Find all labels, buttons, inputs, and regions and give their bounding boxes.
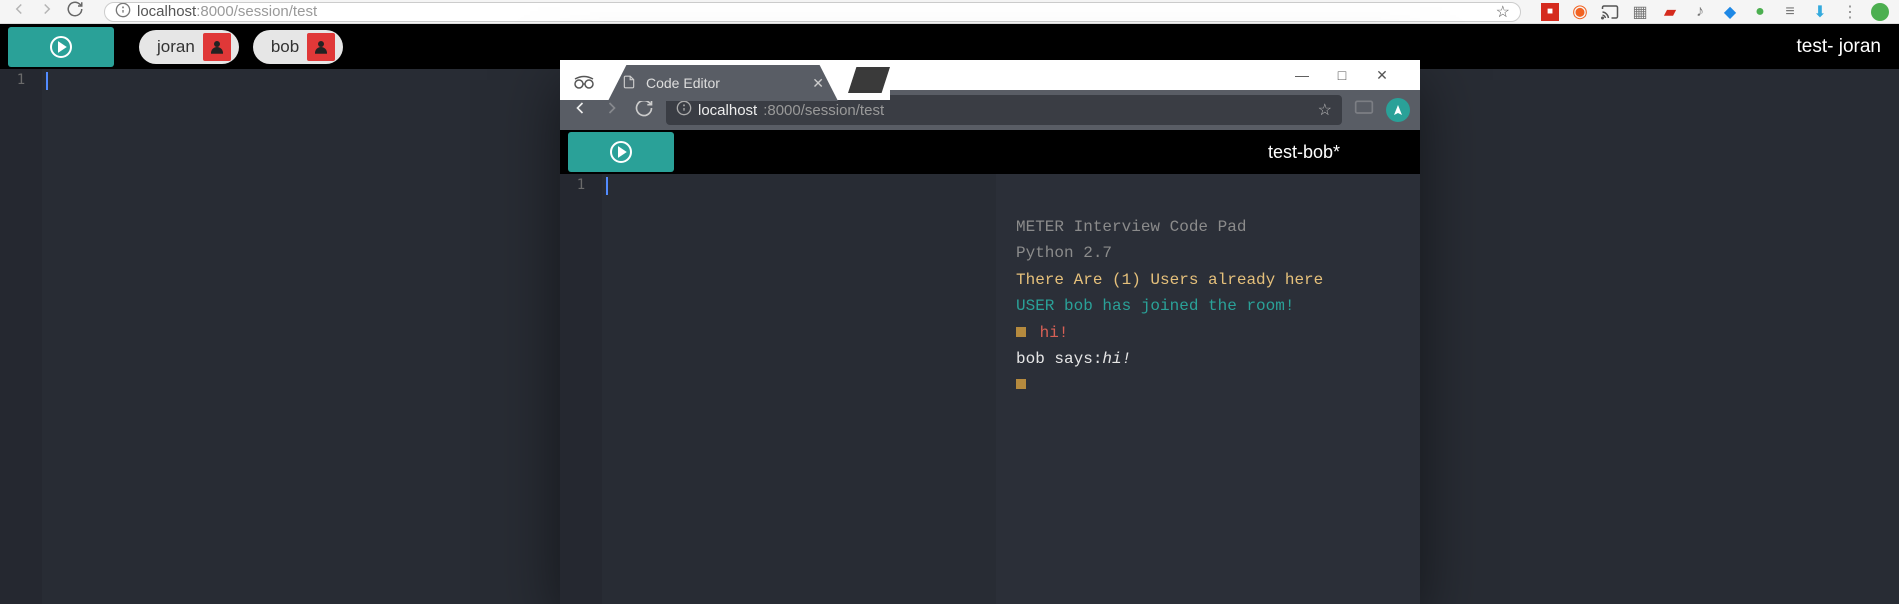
forward-icon[interactable] [602,98,622,123]
console-line: Python 2.7 [1016,240,1400,266]
outer-url-host: localhost [137,3,196,20]
extension-icon[interactable]: ● [1751,3,1769,21]
user-name-label: bob [271,37,299,57]
reload-icon[interactable] [66,0,84,23]
line-number: 1 [0,72,42,88]
inner-content: 1 METER Interview Code Pad Python 2.7 Th… [560,174,1420,604]
console-line: hi! [1016,320,1400,346]
run-button[interactable] [568,132,674,172]
bookmark-star-icon[interactable]: ☆ [1318,100,1332,120]
extension-icon[interactable]: ⋮ [1841,3,1859,21]
extension-icon[interactable]: ▦ [1631,3,1649,21]
inner-app: test-bob* 1 METER Interview Code Pad Pyt… [560,130,1420,604]
prompt-icon [1016,327,1026,337]
prompt-icon [1016,379,1026,389]
info-icon [115,2,131,22]
close-button[interactable]: ✕ [1362,67,1402,84]
outer-url-path: :8000/session/test [196,3,317,20]
outer-browser-chrome: localhost:8000/session/test ☆ ■ ◉ ▦ ▰ ♪ … [0,0,1899,24]
browser-tab[interactable]: Code Editor ✕ [608,65,838,101]
forward-icon[interactable] [38,0,56,23]
cursor-icon [46,72,48,90]
session-title: test-bob* [1268,142,1340,163]
back-icon[interactable] [570,98,590,123]
extension-icon[interactable] [1871,3,1889,21]
avatar-icon [307,33,335,61]
extension-icon[interactable]: ▰ [1661,3,1679,21]
extension-icon[interactable]: ■ [1541,3,1559,21]
run-button[interactable] [8,27,114,67]
extension-icon[interactable]: ◆ [1721,3,1739,21]
inner-url-path: :8000/session/test [763,102,884,119]
console-line: There Are (1) Users already here [1016,267,1400,293]
user-pill-joran[interactable]: joran [139,30,239,64]
user-name-label: joran [157,37,195,57]
inner-editor-body[interactable] [602,174,996,604]
profile-avatar-icon[interactable] [1386,98,1410,122]
extension-icon[interactable]: ♪ [1691,3,1709,21]
console-line: USER bob has joined the room! [1016,293,1400,319]
line-number: 1 [560,177,602,193]
console-line: METER Interview Code Pad [1016,214,1400,240]
outer-url-bar[interactable]: localhost:8000/session/test ☆ [104,2,1521,22]
maximize-button[interactable]: □ [1322,67,1362,83]
extension-icon[interactable]: ≡ [1781,3,1799,21]
console-panel[interactable]: METER Interview Code Pad Python 2.7 Ther… [996,174,1420,604]
bookmark-star-icon[interactable]: ☆ [1496,2,1510,22]
new-tab-button[interactable] [848,67,890,93]
inner-browser-window: — □ ✕ Code Editor ✕ [560,60,1420,604]
outer-nav-buttons [0,0,94,23]
inner-editor-gutter: 1 [560,174,602,604]
extension-icon[interactable]: ⬇ [1811,3,1829,21]
inner-url-host: localhost [698,102,757,119]
back-icon[interactable] [10,0,28,23]
info-icon [676,100,692,120]
outer-extension-icons: ■ ◉ ▦ ▰ ♪ ◆ ● ≡ ⬇ ⋮ [1531,3,1899,21]
console-line: bob says:hi! [1016,346,1400,372]
tab-close-icon[interactable]: ✕ [812,75,824,92]
extension-icon[interactable]: ◉ [1571,3,1589,21]
avatar-icon [203,33,231,61]
cast-icon[interactable] [1601,3,1619,21]
cast-icon[interactable] [1354,98,1374,123]
incognito-icon [560,70,608,90]
session-title: test- joran [1797,36,1881,58]
reload-icon[interactable] [634,98,654,123]
tab-title: Code Editor [646,75,720,91]
user-pill-bob[interactable]: bob [253,30,343,64]
cursor-icon [606,177,608,195]
minimize-button[interactable]: — [1282,67,1322,83]
outer-editor-gutter: 1 [0,69,42,604]
file-icon [622,75,636,92]
inner-tabstrip: Code Editor ✕ [560,60,890,100]
console-prompt[interactable] [1016,372,1400,398]
inner-app-topbar: test-bob* [560,130,1420,174]
